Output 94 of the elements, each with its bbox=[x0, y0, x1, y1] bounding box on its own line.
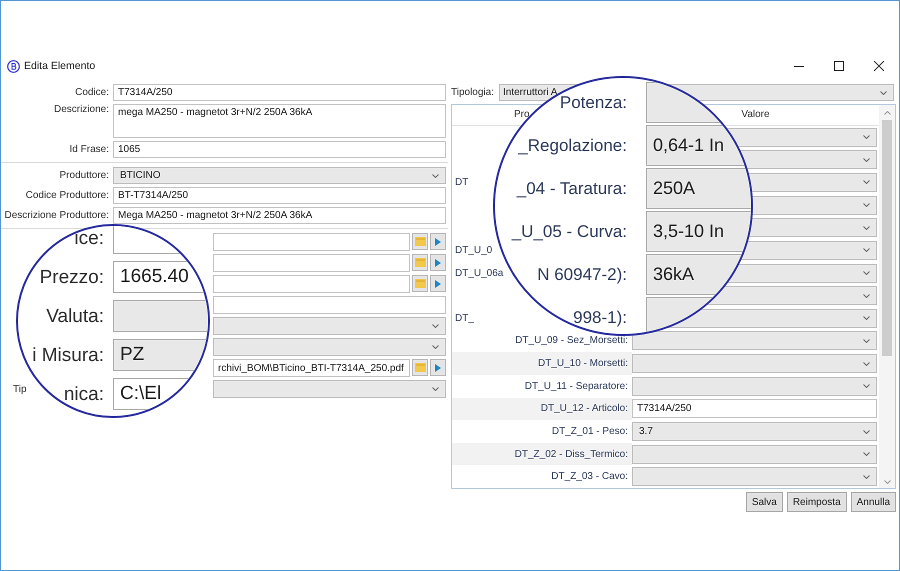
play-icon bbox=[435, 364, 441, 372]
dropdown[interactable]: PZ bbox=[113, 339, 208, 371]
field-label: Codice Produttore: bbox=[24, 190, 110, 201]
folder-button[interactable] bbox=[412, 275, 428, 292]
text-field[interactable] bbox=[213, 296, 446, 314]
chevron-icon bbox=[863, 158, 870, 162]
property-label: DT_U_09 - Sez_Morsetti: bbox=[514, 334, 629, 348]
property-label: DT_U_12 - Articolo: bbox=[452, 398, 632, 420]
chevron-icon bbox=[432, 324, 439, 328]
property-label: DT_Z_03 - Cavo: bbox=[550, 470, 629, 484]
folder-icon bbox=[414, 237, 426, 246]
folder-icon bbox=[414, 363, 426, 372]
column-header[interactable]: Valore bbox=[741, 109, 770, 120]
property-label: _04 - Taratura: bbox=[516, 180, 627, 197]
window-title: Edita Elemento bbox=[24, 60, 96, 72]
property-label: 998-1): bbox=[573, 309, 627, 326]
folder-button[interactable] bbox=[412, 233, 428, 250]
text-field[interactable]: T7314A/250 bbox=[113, 84, 446, 101]
chevron-icon bbox=[863, 226, 870, 230]
field-label: Codice: bbox=[74, 87, 110, 98]
chevron-icon bbox=[863, 474, 870, 479]
property-label: DT_U_10 - Morsetti: bbox=[452, 352, 632, 375]
text-field[interactable] bbox=[213, 233, 410, 251]
field-label: i Misura: bbox=[32, 346, 104, 364]
property-label: DT_U_06a bbox=[455, 268, 504, 279]
chevron-icon bbox=[432, 345, 439, 349]
field-label: Tipologia: bbox=[451, 87, 495, 98]
field-label: Prezzo: bbox=[40, 268, 104, 286]
maximize-icon[interactable] bbox=[834, 61, 844, 71]
property-label: DT_U_11 - Separatore: bbox=[524, 380, 629, 394]
text-field[interactable]: T7314A/250 bbox=[632, 399, 877, 418]
property-label: DT_Z_02 - Diss_Termico: bbox=[452, 442, 632, 466]
chevron-icon bbox=[863, 203, 870, 208]
folder-button[interactable] bbox=[412, 254, 428, 271]
dropdown[interactable]: 250A bbox=[646, 168, 751, 209]
chevron-icon bbox=[863, 384, 870, 388]
chevron-icon bbox=[432, 174, 439, 178]
field-label: ice: bbox=[74, 228, 104, 248]
dialog-button[interactable]: Annulla bbox=[850, 492, 896, 512]
chevron-icon bbox=[863, 180, 870, 184]
dropdown[interactable]: BTICINO bbox=[113, 167, 446, 184]
scroll-down-icon[interactable] bbox=[884, 480, 890, 484]
dropdown[interactable]: 3,5-10 In bbox=[646, 211, 751, 252]
column-header[interactable]: Pro bbox=[514, 109, 530, 120]
chevron-icon bbox=[880, 90, 887, 94]
play-button[interactable] bbox=[430, 359, 446, 376]
text-field[interactable] bbox=[213, 275, 410, 293]
dialog-button[interactable]: Reimposta bbox=[786, 492, 847, 512]
chevron-icon bbox=[863, 362, 870, 366]
chevron-icon bbox=[863, 452, 870, 456]
folder-icon bbox=[414, 258, 426, 267]
field-label: Produttore: bbox=[58, 170, 110, 181]
play-icon bbox=[435, 280, 441, 288]
property-label: _U_05 - Curva: bbox=[512, 223, 627, 240]
dropdown[interactable]: 3.7 bbox=[632, 422, 877, 441]
chevron-icon bbox=[863, 316, 870, 320]
chevron-icon bbox=[863, 430, 870, 434]
field-label: Descrizione Produttore: bbox=[4, 210, 110, 221]
play-button[interactable] bbox=[430, 233, 446, 250]
text-area[interactable]: mega MA250 - magnetot 3r+N/2 250A 36kA bbox=[113, 104, 446, 138]
chevron-icon bbox=[863, 248, 870, 252]
property-label: N 60947-2): bbox=[537, 266, 627, 283]
chevron-icon bbox=[863, 294, 870, 298]
text-field[interactable]: 1065 bbox=[113, 141, 446, 158]
text-field[interactable]: Mega MA250 - magnetot 3r+N/2 250A 36kA bbox=[113, 207, 446, 224]
property-label: _Regolazione: bbox=[518, 137, 627, 154]
chevron-icon bbox=[863, 271, 870, 276]
field-label: Descrizione: bbox=[52, 104, 110, 115]
folder-button[interactable] bbox=[412, 359, 428, 376]
field-label: nica: bbox=[64, 384, 104, 404]
chevron-icon bbox=[432, 387, 439, 391]
scrollbar[interactable] bbox=[879, 105, 895, 488]
scroll-thumb[interactable] bbox=[882, 120, 892, 356]
text-field[interactable]: rchivi_BOM\BTicino_BTI-T7314A_250.pdf bbox=[213, 359, 410, 377]
property-label: DT bbox=[455, 176, 468, 188]
field-label: Id Frase: bbox=[68, 144, 110, 155]
chevron-icon bbox=[863, 338, 870, 343]
field-label: Tip bbox=[13, 384, 27, 394]
play-icon bbox=[435, 238, 441, 246]
scroll-up-icon[interactable] bbox=[884, 111, 890, 115]
text-field[interactable]: BT-T7314A/250 bbox=[113, 187, 446, 204]
field-label: Valuta: bbox=[46, 306, 104, 326]
close-icon[interactable] bbox=[874, 61, 884, 71]
property-label: DT_ bbox=[455, 312, 474, 324]
dialog-button[interactable]: Salva bbox=[746, 492, 783, 512]
text-field[interactable] bbox=[213, 254, 410, 272]
play-button[interactable] bbox=[430, 275, 446, 292]
play-icon bbox=[435, 258, 441, 266]
folder-icon bbox=[414, 279, 426, 288]
chevron-icon bbox=[863, 135, 870, 140]
app-logo-icon bbox=[7, 60, 20, 72]
property-label: DT_U_0 bbox=[455, 244, 492, 256]
property-label: DT_Z_01 - Peso: bbox=[550, 425, 629, 439]
play-button[interactable] bbox=[430, 254, 446, 271]
